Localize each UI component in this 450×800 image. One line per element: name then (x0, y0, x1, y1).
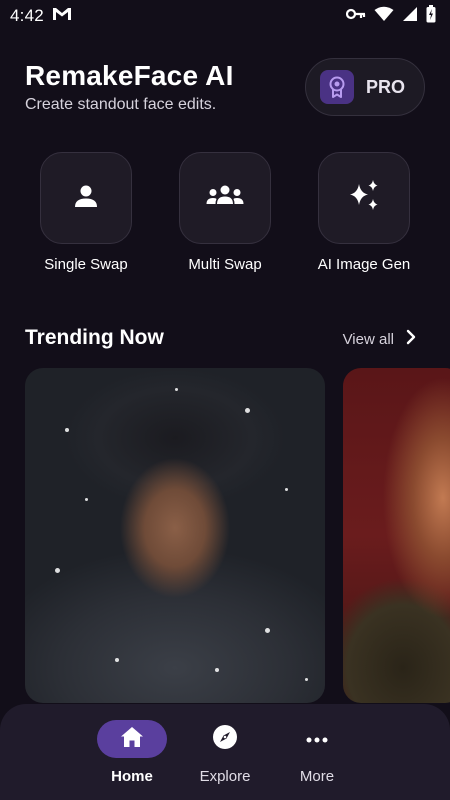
sparkles-icon (346, 178, 382, 219)
multi-swap-label: Multi Swap (188, 256, 262, 273)
nav-explore-pill[interactable] (190, 720, 260, 758)
single-swap-action[interactable]: Single Swap (20, 152, 152, 273)
nav-more-label: More (299, 768, 335, 785)
ai-image-gen-action[interactable]: AI Image Gen (298, 152, 430, 273)
nav-explore[interactable]: Explore (175, 720, 275, 785)
bottom-navigation: Home Explore More (0, 704, 450, 800)
nav-more[interactable]: More (267, 720, 367, 785)
nav-explore-label: Explore (199, 768, 251, 785)
nav-home-pill[interactable] (97, 720, 167, 758)
ai-image-gen-label: AI Image Gen (317, 256, 411, 273)
view-all-link[interactable]: View all (343, 329, 416, 349)
pro-button[interactable]: PRO (305, 58, 425, 116)
home-icon (120, 726, 144, 753)
signal-icon (402, 6, 418, 27)
trending-card-red-portrait[interactable] (343, 368, 450, 703)
compass-icon (212, 724, 238, 755)
gmail-icon (52, 6, 72, 27)
multi-swap-tile[interactable] (179, 152, 271, 244)
battery-icon (426, 4, 436, 28)
view-all-label: View all (342, 330, 394, 348)
vpn-key-icon (345, 7, 366, 26)
app-subtitle: Create standout face edits. (25, 96, 217, 113)
trending-card-snow-portrait[interactable] (25, 368, 325, 703)
nav-more-pill[interactable] (282, 720, 352, 758)
single-swap-label: Single Swap (44, 256, 128, 273)
person-icon (72, 182, 100, 215)
wifi-icon (374, 6, 394, 27)
chevron-right-icon (406, 329, 416, 349)
multi-swap-action[interactable]: Multi Swap (159, 152, 291, 273)
trending-title: Trending Now (25, 326, 164, 349)
nav-home[interactable]: Home (82, 720, 182, 785)
app-title: RemakeFace AI (25, 60, 234, 91)
ai-image-gen-tile[interactable] (318, 152, 410, 244)
more-horizontal-icon (306, 730, 328, 748)
single-swap-tile[interactable] (40, 152, 132, 244)
status-bar: 4:42 (0, 0, 450, 32)
pro-badge-icon (320, 70, 354, 104)
home-screen: 4:42 RemakeFace AI Create standout face … (0, 0, 450, 800)
group-icon (206, 184, 244, 213)
nav-home-label: Home (111, 768, 153, 785)
status-time: 4:42 (10, 6, 44, 25)
pro-label: PRO (366, 76, 406, 97)
